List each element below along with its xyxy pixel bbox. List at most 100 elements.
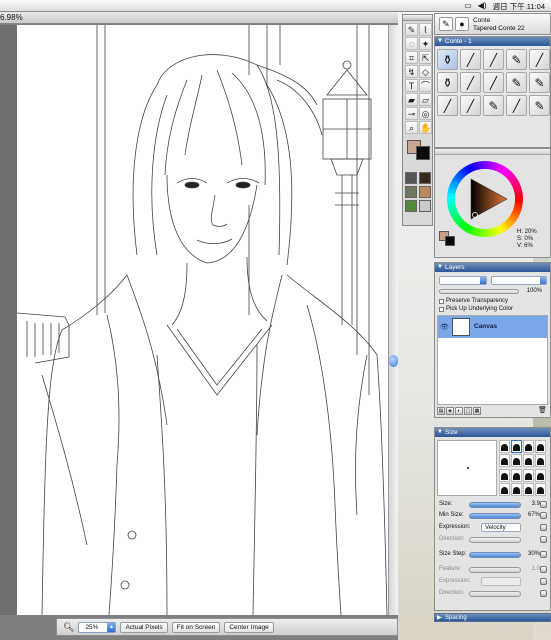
dab-profile-tile[interactable]: [523, 454, 534, 468]
crop-tool-icon[interactable]: ⌗: [405, 51, 418, 64]
transform-tool-icon[interactable]: ↯: [405, 65, 418, 78]
dab-profile-tile[interactable]: [511, 454, 522, 468]
invert2-toggle[interactable]: [540, 578, 547, 585]
fit-on-screen-button[interactable]: Fit on Screen: [171, 621, 221, 633]
magic-wand-icon[interactable]: ✦: [419, 37, 432, 50]
grabber-hand-icon[interactable]: ✋: [419, 121, 432, 134]
brush-variant-label[interactable]: Tapered Conte 22: [473, 25, 525, 32]
size-title-bar[interactable]: ▼ Size: [435, 428, 550, 437]
dab-profile-tile[interactable]: [511, 468, 522, 482]
expression-select[interactable]: Velocity: [481, 523, 521, 532]
brush-variant-tile[interactable]: ╱: [483, 49, 504, 70]
dab-profile-tile[interactable]: [535, 468, 546, 482]
direction2-stepper[interactable]: [540, 590, 547, 597]
layer-commands-icon[interactable]: ▤: [437, 407, 445, 415]
document-vertical-scrollbar[interactable]: [388, 25, 398, 615]
size-collapse-icon[interactable]: ▼: [437, 428, 443, 437]
feature-stepper[interactable]: [540, 566, 547, 573]
color-swatches[interactable]: [405, 140, 430, 168]
trash-icon[interactable]: 🗑︎: [538, 407, 547, 415]
direction-slider[interactable]: [469, 537, 521, 543]
opacity-slider[interactable]: [439, 289, 519, 294]
dab-profile-tile[interactable]: [535, 454, 546, 468]
eraser-tool-icon[interactable]: ▱: [419, 93, 432, 106]
visibility-eye-icon[interactable]: 👁︎: [440, 323, 449, 331]
zoom-tool-icon[interactable]: ⌕: [405, 121, 418, 134]
new-group-icon[interactable]: ▦: [473, 407, 481, 415]
dropper-color-icon[interactable]: ⊸: [405, 107, 418, 120]
brush-variant-tile[interactable]: ╱: [506, 95, 527, 116]
dab-profile-tile[interactable]: [535, 482, 546, 496]
size-stepper[interactable]: [540, 501, 547, 508]
paint-bucket-icon[interactable]: ▰: [405, 93, 418, 106]
brush-category-label[interactable]: Conte: [473, 17, 490, 24]
gradient-selector-icon[interactable]: [419, 172, 431, 184]
composite-depth-select[interactable]: [491, 276, 547, 285]
spacing-expand-icon[interactable]: ▶: [437, 614, 442, 623]
preserve-transparency-checkbox[interactable]: Preserve Transparency: [439, 298, 508, 304]
lasso-tool-icon[interactable]: ◌: [405, 37, 418, 50]
min-size-stepper[interactable]: [540, 512, 547, 519]
scrollbar-thumb[interactable]: [389, 355, 398, 367]
layers-title-bar[interactable]: ▼ Layers: [435, 263, 550, 272]
dab-profile-tile[interactable]: [523, 440, 534, 453]
brush-variant-tile[interactable]: ╱: [483, 72, 504, 93]
look-selector-icon[interactable]: [419, 200, 431, 212]
direction2-slider[interactable]: [469, 591, 521, 597]
dab-profile-tile[interactable]: [535, 440, 546, 453]
direction-stepper[interactable]: [540, 536, 547, 543]
magnifier-icon[interactable]: 🔍︎: [63, 622, 74, 633]
panel-additional-color-swatch[interactable]: [445, 236, 455, 246]
new-layer-icon[interactable]: ▢: [464, 407, 472, 415]
dab-profile-tile[interactable]: [511, 440, 522, 453]
brush-variant-tile[interactable]: ╱: [437, 95, 458, 116]
composite-method-select[interactable]: [439, 276, 487, 285]
brush-variant-tile[interactable]: ⚱: [437, 72, 458, 93]
brush-category-icon[interactable]: ✎: [439, 17, 453, 31]
brush-variants-title-bar[interactable]: ▼ Conte - 1: [435, 37, 550, 46]
menubar-clock[interactable]: 週日 下午 11:04: [493, 1, 545, 12]
dab-profile-tile[interactable]: [499, 440, 510, 453]
brush-variant-tile[interactable]: ✎: [529, 72, 550, 93]
brush-variant-tile[interactable]: ╱: [529, 49, 550, 70]
display-icon[interactable]: ▭: [464, 1, 472, 11]
layer-mask-icon[interactable]: ◐: [455, 407, 463, 415]
drawing-canvas[interactable]: [17, 25, 388, 615]
weaving-selector-icon[interactable]: [419, 186, 431, 198]
min-size-slider[interactable]: [469, 513, 521, 519]
pattern-selector-icon[interactable]: [405, 186, 417, 198]
dab-profile-tile[interactable]: [511, 482, 522, 496]
dab-profile-tile[interactable]: [523, 468, 534, 482]
brush-variant-tile[interactable]: ⚱: [437, 49, 458, 70]
volume-icon[interactable]: ◀): [478, 1, 487, 11]
pick-up-underlying-checkbox[interactable]: Pick Up Underlying Color: [439, 306, 513, 312]
invert-toggle[interactable]: [540, 524, 547, 531]
layer-row-canvas[interactable]: 👁︎ Canvas: [438, 316, 547, 338]
brush-variant-tile[interactable]: ╱: [460, 72, 481, 93]
spacing-panel-title-bar[interactable]: ▶ Spacing: [434, 613, 551, 622]
brush-variant-tile[interactable]: ✎: [506, 49, 527, 70]
layers-collapse-icon[interactable]: ▼: [437, 263, 443, 272]
selection-adjuster-icon[interactable]: ⇱: [419, 51, 432, 64]
dab-profile-tile[interactable]: [499, 468, 510, 482]
dab-profile-tile[interactable]: [499, 454, 510, 468]
feature-slider[interactable]: [469, 567, 521, 573]
pen-tool-icon[interactable]: ⌒: [419, 79, 432, 92]
brush-variant-tile[interactable]: ✎: [529, 95, 550, 116]
brush-variant-tile[interactable]: ╱: [460, 95, 481, 116]
text-tool-icon[interactable]: T: [405, 79, 418, 92]
size-step-stepper[interactable]: [540, 551, 547, 558]
brush-variant-tile[interactable]: ✎: [483, 95, 504, 116]
brush-tool-icon[interactable]: ✎: [405, 23, 418, 36]
paper-selector-icon[interactable]: [405, 172, 417, 184]
brush-variant-icon[interactable]: ●: [455, 17, 469, 31]
size-step-slider[interactable]: [469, 552, 521, 558]
zoom-stepper-icon[interactable]: ▲: [107, 622, 116, 632]
dab-profile-tile[interactable]: [499, 482, 510, 496]
dropper-tool-icon[interactable]: ⌇: [419, 23, 432, 36]
actual-pixels-button[interactable]: Actual Pixels: [120, 621, 168, 633]
nozzle-selector-icon[interactable]: [405, 200, 417, 212]
dab-profile-tile[interactable]: [523, 482, 534, 496]
additional-color-swatch[interactable]: [416, 146, 430, 160]
shape-tool-icon[interactable]: ◇: [419, 65, 432, 78]
